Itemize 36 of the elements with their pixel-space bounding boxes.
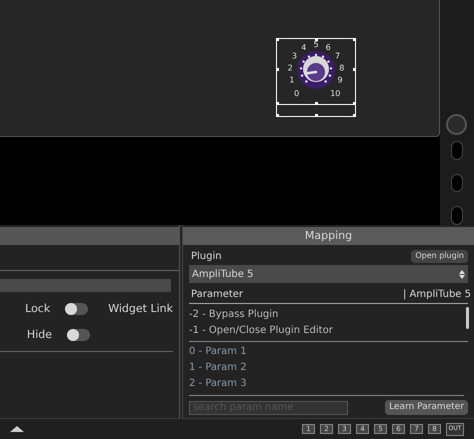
chevron-updown-icon <box>459 270 465 278</box>
parameter-item[interactable]: 0 - Param 1 <box>189 344 464 360</box>
column-header: | AmpliTube 5 <box>402 290 471 302</box>
knob-scale-label: 7 <box>335 51 340 60</box>
knob-scale-label: 8 <box>339 63 344 72</box>
toggle-switch[interactable] <box>67 328 90 341</box>
knob-scale-label: 10 <box>330 88 340 98</box>
knob-scale-label: 5 <box>313 40 319 49</box>
plugin-select[interactable]: AmpliTube 5 <box>189 265 468 283</box>
parameter-item[interactable]: -2 - Bypass Plugin <box>189 307 468 323</box>
scrollbar[interactable] <box>466 307 469 329</box>
rack-hole-icon <box>451 174 463 192</box>
rack-hole-icon <box>451 206 463 226</box>
parameter-item[interactable]: 2 - Param 3 <box>189 376 464 392</box>
knob-scale-label: 9 <box>338 76 343 85</box>
knob-scale-label: 6 <box>326 43 331 52</box>
plugin-label: Plugin <box>191 250 222 264</box>
knob-drawing[interactable] <box>297 51 335 89</box>
panel-header: Mapping <box>183 227 474 245</box>
widget-link-label: Widget Link <box>108 301 173 317</box>
expand-up-icon[interactable] <box>10 426 24 432</box>
open-plugin-button[interactable]: Open plugin <box>411 250 468 262</box>
toggle-switch[interactable] <box>65 303 88 316</box>
learn-parameter-button[interactable]: Learn Parameter <box>385 400 468 415</box>
column-header: Parameter <box>191 290 244 302</box>
knob-scale-label: 4 <box>301 43 306 52</box>
toggle-label: Lock <box>24 301 50 317</box>
parameter-item[interactable]: 1 - Param 2 <box>189 360 464 376</box>
knob-scale-label: 1 <box>289 76 294 85</box>
knob-scale-label: 3 <box>292 51 297 60</box>
parameter-item[interactable]: -1 - Open/Close Plugin Editor <box>189 323 468 339</box>
rack-screw-icon <box>446 114 467 135</box>
knob-scale-label: 2 <box>288 63 293 72</box>
toggle-label: Hide <box>26 326 52 342</box>
knob-scale-label: 0 <box>294 88 300 98</box>
rack-hole-icon <box>451 141 463 160</box>
